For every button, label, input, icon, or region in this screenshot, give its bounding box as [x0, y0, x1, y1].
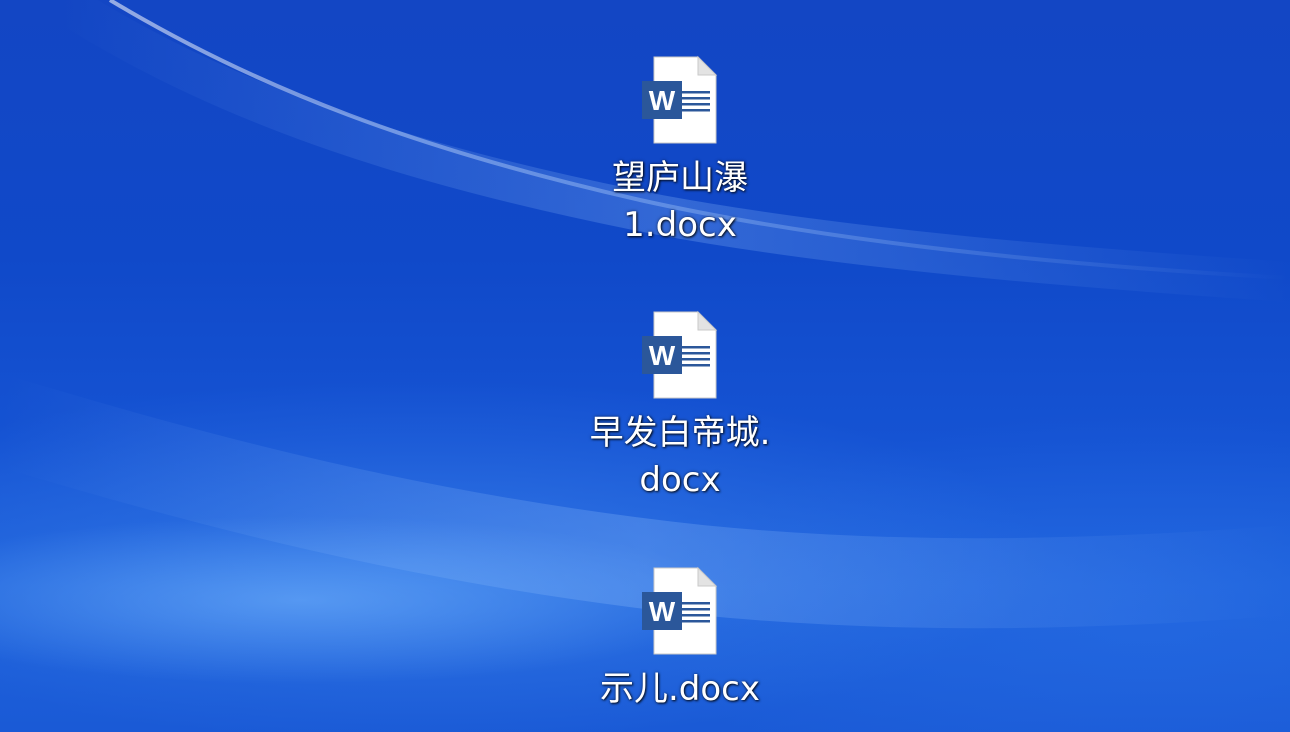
file-name-label: 示儿.docx [599, 669, 760, 709]
desktop[interactable]: W 望庐山瀑 1.docx W 早发白帝城. docx W 示儿.docx [0, 0, 1290, 732]
desktop-icon-file-1[interactable]: W 望庐山瀑 1.docx [545, 55, 815, 249]
word-badge-letter: W [649, 85, 676, 116]
file-name-label: 早发白帝城. docx [589, 413, 771, 500]
desktop-icon-file-3[interactable]: W 示儿.docx [545, 566, 815, 713]
word-document-icon: W [642, 566, 718, 655]
desktop-icon-file-2[interactable]: W 早发白帝城. docx [545, 310, 815, 504]
word-document-icon: W [642, 55, 718, 144]
word-document-icon: W [642, 310, 718, 399]
word-badge-letter: W [649, 340, 676, 371]
file-name-label: 望庐山瀑 1.docx [612, 158, 748, 245]
word-badge-letter: W [649, 596, 676, 627]
